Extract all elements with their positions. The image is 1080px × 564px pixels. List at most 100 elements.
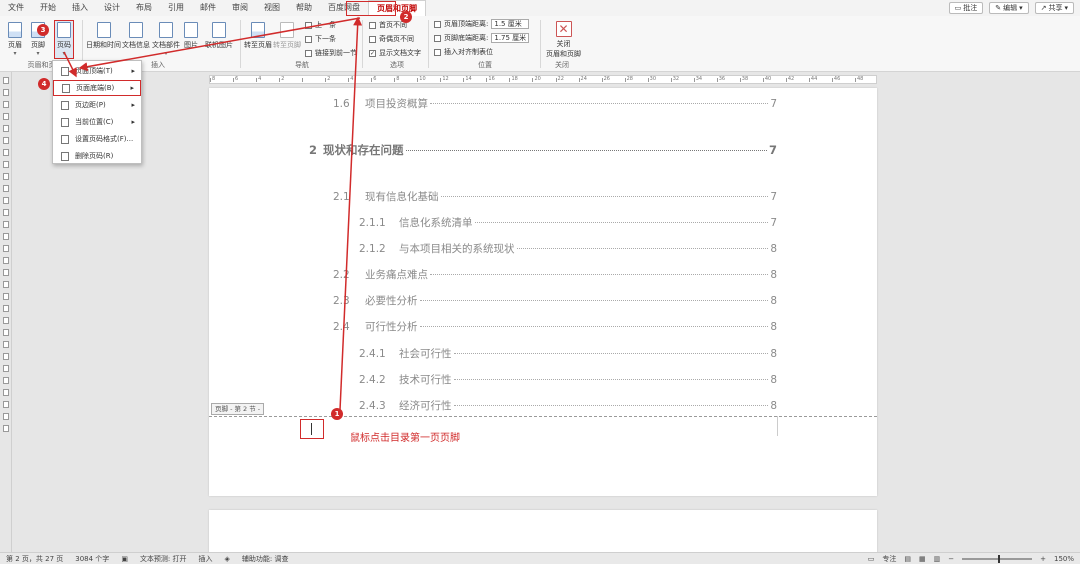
header-icon [8,22,22,38]
ruler-tick [831,78,833,82]
toc-entry[interactable]: 2.4.2 技术可行性 8 [359,372,777,387]
prev-button[interactable]: 上一条 [305,20,336,30]
print-layout-icon[interactable]: ▦ [919,555,926,563]
menu-item-current-position[interactable]: 当前位置(C) ▸ [53,114,141,130]
page-count[interactable]: 第 2 页，共 27 页 [0,554,69,564]
link-prev-button[interactable]: 链接到前一节 [305,48,357,58]
annotation-box-tab [346,1,396,16]
ruler-number: 30 [649,76,657,82]
zoom-in-icon[interactable]: + [1040,555,1046,563]
toc-entry[interactable]: 2.4.3 经济可行性 8 [359,398,777,413]
header-label: 页眉 [8,41,22,49]
toc-entry[interactable]: 2.1 现有信息化基础 7 [333,189,777,204]
online-picture-button[interactable]: 联机图片 [205,22,233,50]
toc-number: 2.2 [333,269,350,281]
zoom-slider[interactable] [962,555,1033,563]
insert-align-tab-button[interactable]: 插入对齐制表位 [434,47,493,57]
tab-mailings[interactable]: 邮件 [192,0,224,16]
toc-entry[interactable]: 2.1.1 信息化系统清单 7 [359,215,777,230]
align-tab-icon [434,48,441,56]
menu-item-remove-page-numbers[interactable]: 删除页码(R) [53,148,141,164]
zoom-level[interactable]: 150% [1054,555,1074,563]
toc-number: 2.1.2 [359,243,386,255]
menu-item-format-page-numbers[interactable]: 设置页码格式(F)... [53,131,141,147]
docparts-button[interactable]: 文档部件 ▾ [152,22,180,57]
focus-mode[interactable]: 专注 [882,554,896,564]
accessibility[interactable]: 辅助功能: 调查 [236,554,295,564]
toc-leader [430,274,769,275]
text-predict[interactable]: 文本预测: 打开 [134,554,193,564]
tab-layout[interactable]: 布局 [128,0,160,16]
ruler-icon [3,257,9,264]
close-header-footer-button[interactable]: ✕ 关闭 页眉和页脚 [546,21,581,59]
toc-entry[interactable]: 2.4.1 社会可行性 8 [359,346,777,361]
toc-leader [453,353,769,354]
footer-click-highlight[interactable] [300,419,324,439]
tab-help[interactable]: 帮助 [288,0,320,16]
toc-title: 业务痛点难点 [365,269,428,281]
toc-entry[interactable]: 2.4 可行性分析 8 [333,319,777,334]
header-top-row: 页眉顶端距离: 1.5 厘米 [434,19,530,29]
word-count[interactable]: 3084 个字 [69,554,115,564]
checkbox-icon [369,35,376,43]
goto-header-button[interactable]: 转至页眉 [244,22,272,50]
show-doc-text-checkbox[interactable]: ✓ 显示文档文字 [369,48,421,58]
header-top-input[interactable]: 1.5 厘米 [491,19,530,29]
tab-review[interactable]: 审阅 [224,0,256,16]
toc-page: 8 [770,243,777,255]
toc-entry[interactable]: 2.1.2 与本项目相关的系统现状 8 [359,241,777,256]
tab-references[interactable]: 引用 [160,0,192,16]
tab-file[interactable]: 文件 [0,0,32,16]
next-button[interactable]: 下一条 [305,34,336,44]
group-close-label: 关闭 [555,61,569,69]
chevron-right-icon: ▸ [130,84,134,92]
toc-entry[interactable]: 2 现状和存在问题 7 [309,142,777,158]
tab-design[interactable]: 设计 [96,0,128,16]
page-number-label: 页码 [57,41,71,49]
ruler-number: 8 [396,76,400,82]
docinfo-icon [129,22,143,38]
ruler-icon [3,401,9,408]
toc-entry[interactable]: 2.3 必要性分析 8 [333,293,777,308]
ruler-number: 34 [695,76,703,82]
datetime-button[interactable]: 日期和时间 [86,22,121,50]
ruler-icon [3,161,9,168]
comment-button[interactable]: ▭ 批注 [948,2,984,14]
toc-leader [453,379,769,380]
ruler-icon [3,89,9,96]
ruler-icon [3,137,9,144]
zoom-slider-knob[interactable] [998,555,1001,563]
footer-bottom-input[interactable]: 1.75 厘米 [491,33,530,43]
checkbox-icon [369,21,376,29]
document-page[interactable]: 1.6 项目投资概算 7 2 现状和存在问题 7 2.1 现有信息化基础 7 2… [209,88,877,496]
tab-view[interactable]: 视图 [256,0,288,16]
toc-entry[interactable]: 2.2 业务痛点难点 8 [333,267,777,282]
toc-leader [474,222,769,223]
ruler-number: 8 [212,76,216,82]
ruler-icon [3,293,9,300]
chevron-down-icon: ▾ [1019,4,1023,12]
ruler-number: 2 [281,76,285,82]
tab-home[interactable]: 开始 [32,0,64,16]
picture-button[interactable]: 图片 [184,22,198,50]
page-number-button[interactable]: 页码 ▾ [54,20,74,59]
read-mode-icon[interactable]: ▤ [904,555,911,563]
menu-item-page-margins[interactable]: 页边距(P) ▸ [53,97,141,113]
horizontal-ruler[interactable]: 8 6 4 2 2 4 6 8 10 12 14 16 18 20 22 24 26 28 30 32 34 36 38 40… [209,75,877,84]
odd-even-diff-checkbox[interactable]: 奇偶页不同 [369,34,414,44]
header-button[interactable]: 页眉 ▾ [8,22,22,57]
insert-mode[interactable]: 插入 [193,554,219,564]
menu-item-bottom-of-page[interactable]: 页面底端(B) ▸ [53,80,141,96]
menu-item-top-of-page[interactable]: 页面顶端(T) ▸ [53,63,141,79]
goto-footer-button[interactable]: 转至页脚 [273,22,301,50]
zoom-out-icon[interactable]: − [948,555,954,563]
edit-button[interactable]: ✎ 编辑 ▾ [989,2,1029,14]
share-button[interactable]: ↗ 共享 ▾ [1034,2,1074,14]
web-layout-icon[interactable]: ▥ [934,555,941,563]
toc-page: 8 [770,269,777,281]
docinfo-button[interactable]: 文档信息 [122,22,150,50]
proofing-icon[interactable]: ▣ [115,555,134,563]
tab-insert[interactable]: 插入 [64,0,96,16]
toc-entry[interactable]: 1.6 项目投资概算 7 [333,96,777,111]
document-page-next[interactable] [209,510,877,554]
